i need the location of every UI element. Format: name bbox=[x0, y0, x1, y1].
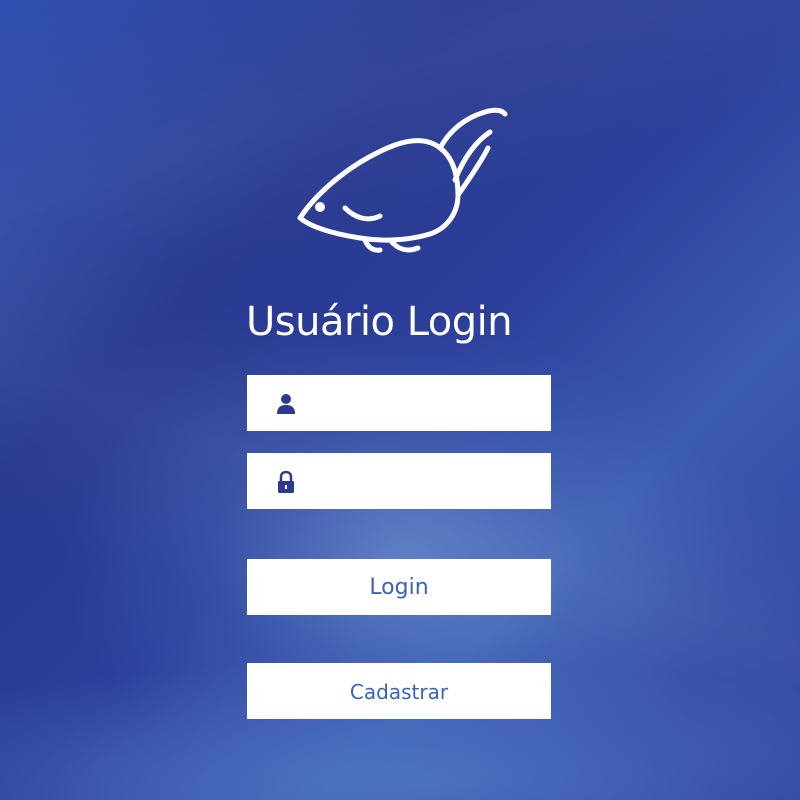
username-field[interactable] bbox=[247, 375, 551, 431]
page-title: Usuário Login bbox=[246, 299, 513, 345]
lock-icon bbox=[278, 471, 294, 493]
user-icon bbox=[277, 394, 295, 414]
username-input[interactable] bbox=[311, 383, 543, 425]
register-button[interactable]: Cadastrar bbox=[247, 663, 551, 719]
password-field[interactable] bbox=[247, 453, 551, 509]
password-input[interactable] bbox=[311, 461, 543, 503]
login-button[interactable]: Login bbox=[247, 559, 551, 615]
fish-logo-icon bbox=[297, 107, 508, 253]
